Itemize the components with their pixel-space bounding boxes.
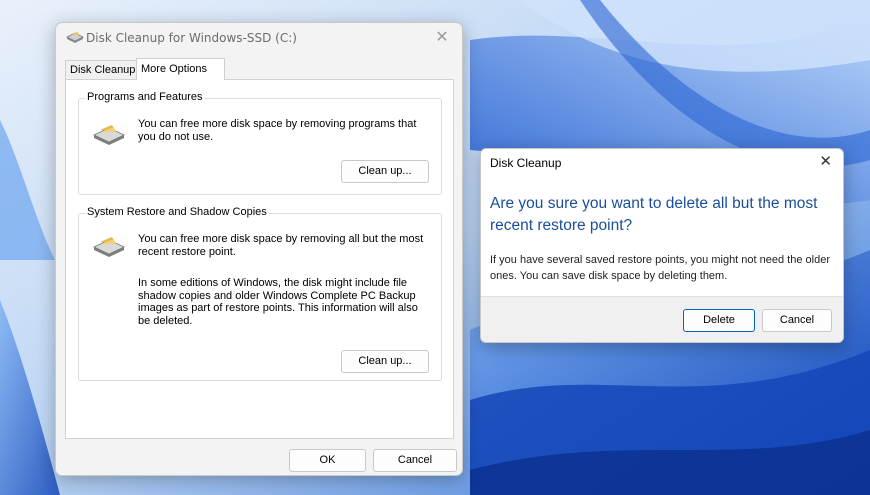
disk-cleanup-icon (66, 32, 84, 43)
disk-cleanup-window: Disk Cleanup for Windows-SSD (C:) ✕ Disk… (55, 22, 463, 476)
restore-details: In some editions of Windows, the disk mi… (138, 277, 418, 327)
delete-button[interactable]: Delete (683, 309, 755, 332)
confirm-dialog: Disk Cleanup ✕ Are you sure you want to … (480, 148, 844, 343)
programs-description: You can free more disk space by removing… (138, 118, 417, 143)
close-button[interactable]: ✕ (432, 28, 452, 48)
dialog-close-button[interactable]: ✕ (819, 152, 832, 170)
title-bar[interactable]: Disk Cleanup for Windows-SSD (C:) ✕ (56, 23, 462, 53)
dialog-footer: Delete Cancel (481, 296, 843, 342)
programs-clean-up-button[interactable]: Clean up... (341, 160, 429, 183)
dialog-cancel-button[interactable]: Cancel (762, 309, 832, 332)
restore-description: You can free more disk space by removing… (138, 233, 424, 258)
more-options-panel: Programs and Features You can free more … (65, 79, 454, 439)
group-label-restore: System Restore and Shadow Copies (85, 206, 269, 218)
ok-button[interactable]: OK (289, 449, 366, 472)
dialog-title: Disk Cleanup (490, 156, 562, 170)
dialog-message: If you have several saved restore points… (490, 254, 830, 282)
dialog-heading: Are you sure you want to delete all but … (490, 195, 818, 234)
window-title: Disk Cleanup for Windows-SSD (C:) (86, 31, 297, 45)
tab-disk-cleanup[interactable]: Disk Cleanup (65, 60, 141, 79)
cancel-button[interactable]: Cancel (373, 449, 457, 472)
tab-more-options[interactable]: More Options (136, 58, 225, 80)
system-restore-group: System Restore and Shadow Copies You can… (78, 206, 442, 381)
drive-icon (93, 125, 125, 145)
group-label-programs: Programs and Features (85, 91, 205, 103)
drive-icon (93, 237, 125, 257)
restore-clean-up-button[interactable]: Clean up... (341, 350, 429, 373)
programs-features-group: Programs and Features You can free more … (78, 91, 442, 195)
